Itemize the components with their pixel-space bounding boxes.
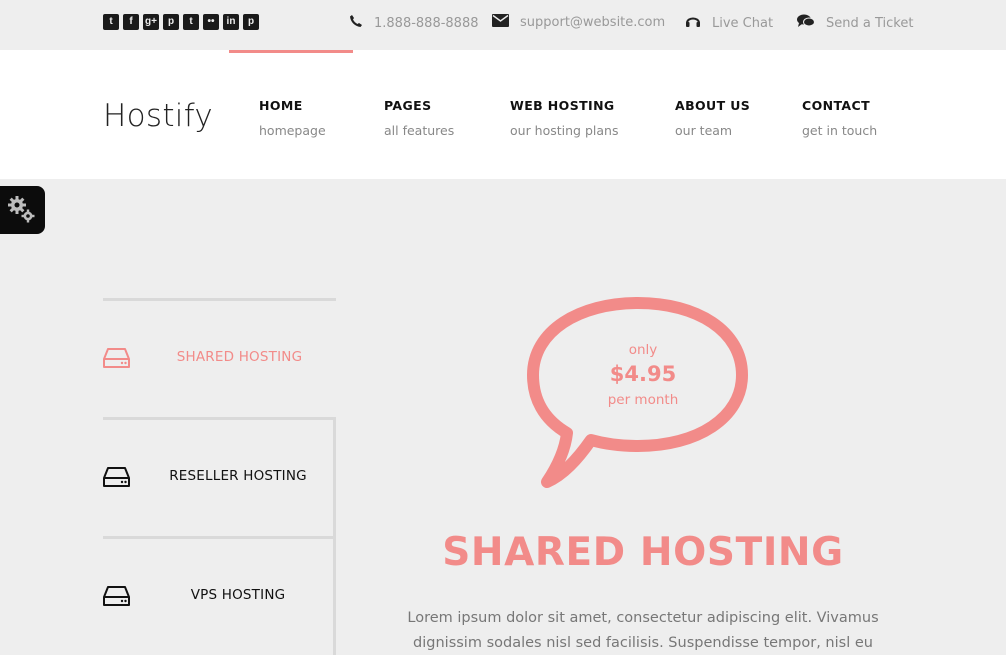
nav-item-title[interactable]: CONTACT (802, 98, 877, 113)
tab-label[interactable]: SHARED HOSTING (143, 349, 336, 365)
google-plus-icon[interactable]: g+ (143, 14, 159, 30)
pinterest-icon[interactable]: p (243, 14, 259, 30)
pinterest-icon[interactable]: p (163, 14, 179, 30)
tumblr-icon[interactable]: t (183, 14, 199, 30)
top-bar: t f g+ p t •• in p 1.888-888-8888 suppor… (0, 0, 1006, 50)
nav-item-home[interactable]: HOME homepage (259, 98, 326, 138)
tab-label[interactable]: RESELLER HOSTING (143, 468, 333, 484)
tab-reseller-hosting[interactable]: RESELLER HOSTING (103, 417, 336, 536)
site-logo[interactable]: Hostify (103, 98, 213, 134)
main-header: Hostify HOME homepage PAGES all features… (0, 50, 1006, 179)
send-ticket-link[interactable]: Send a Ticket (797, 14, 913, 32)
settings-toggle-button[interactable] (0, 186, 45, 234)
nav-item-title[interactable]: PAGES (384, 98, 454, 113)
nav-active-indicator (229, 50, 353, 53)
live-chat-label[interactable]: Live Chat (712, 16, 773, 31)
linkedin-icon[interactable]: in (223, 14, 239, 30)
section-description: Lorem ipsum dolor sit amet, consectetur … (407, 610, 879, 651)
gears-icon (8, 196, 35, 223)
social-links: t f g+ p t •• in p (103, 14, 259, 30)
envelope-icon (492, 14, 509, 31)
headset-icon (685, 14, 701, 33)
flickr-icon[interactable]: •• (203, 14, 219, 30)
nav-item-subtitle: our team (675, 123, 733, 138)
hard-drive-icon (103, 467, 130, 487)
tab-vps-hosting[interactable]: VPS HOSTING (103, 536, 336, 655)
send-ticket-label[interactable]: Send a Ticket (826, 16, 913, 31)
price-value: $4.95 (609, 362, 677, 386)
tab-label[interactable]: VPS HOSTING (143, 587, 333, 603)
live-chat-link[interactable]: Live Chat (685, 14, 773, 33)
support-email[interactable]: support@website.com (520, 15, 665, 30)
comments-icon (797, 14, 815, 32)
hosting-tabs: SHARED HOSTING RESELLER HOSTING VPS HOST… (103, 298, 336, 655)
nav-item-subtitle: our hosting plans (510, 123, 619, 138)
tab-shared-hosting[interactable]: SHARED HOSTING (103, 298, 336, 417)
section-title: SHARED HOSTING (442, 530, 844, 575)
phone-contact: 1.888-888-8888 (349, 14, 479, 32)
twitter-icon[interactable]: t (103, 14, 119, 30)
nav-item-pages[interactable]: PAGES all features (384, 98, 454, 138)
nav-item-title[interactable]: HOME (259, 98, 326, 113)
phone-icon (349, 14, 363, 32)
price-period: per month (607, 392, 679, 408)
nav-item-subtitle: homepage (259, 123, 326, 138)
price-prefix: only (628, 342, 658, 358)
nav-item-title[interactable]: WEB HOSTING (510, 98, 618, 113)
nav-item-title[interactable]: ABOUT US (675, 98, 750, 113)
nav-item-subtitle: get in touch (802, 123, 878, 138)
nav-item-subtitle: all features (384, 123, 455, 138)
nav-item-contact[interactable]: CONTACT get in touch (802, 98, 877, 138)
hard-drive-icon (103, 586, 130, 606)
phone-number: 1.888-888-8888 (374, 15, 479, 31)
facebook-icon[interactable]: f (123, 14, 139, 30)
nav-item-about-us[interactable]: ABOUT US our team (675, 98, 750, 138)
email-contact[interactable]: support@website.com (492, 14, 665, 31)
hard-drive-icon (103, 348, 130, 368)
nav-item-web-hosting[interactable]: WEB HOSTING our hosting plans (510, 98, 618, 138)
